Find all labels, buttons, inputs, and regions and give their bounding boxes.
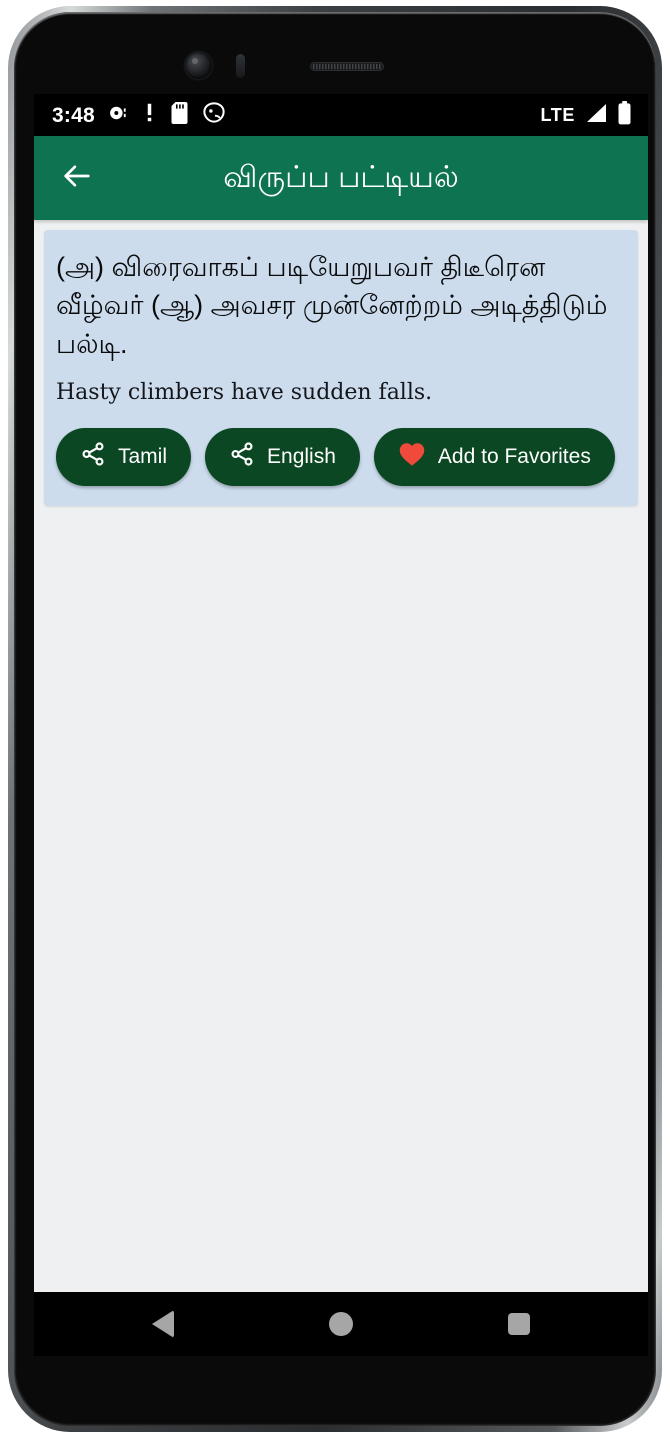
- proverb-english-text: Hasty climbers have sudden falls.: [56, 379, 433, 405]
- status-bar: 3:48 LTE: [34, 94, 648, 136]
- circle-icon: [329, 1312, 353, 1336]
- page-title: விருப்ப பட்டியல்: [223, 161, 459, 194]
- earpiece-speaker-icon: [310, 62, 384, 71]
- phone-screen: 3:48 LTE விருப்ப பட்டியல் (அ) விரைவாகப் …: [34, 94, 648, 1356]
- nav-recents-button[interactable]: [479, 1298, 559, 1350]
- front-camera-icon: [185, 52, 212, 79]
- signal-bars-icon: [584, 102, 608, 129]
- nav-home-button[interactable]: [301, 1298, 381, 1350]
- network-type-label: LTE: [540, 104, 575, 125]
- share-icon: [229, 441, 255, 473]
- proximity-sensor-icon: [236, 54, 245, 78]
- disc-icon: [108, 103, 128, 128]
- share-icon: [80, 441, 106, 473]
- share-tamil-button[interactable]: Tamil: [56, 427, 192, 486]
- status-bar-left: 3:48: [52, 101, 541, 129]
- android-nav-bar: [34, 1292, 648, 1356]
- android-head-icon: [203, 102, 225, 128]
- phone-device-frame: 3:48 LTE விருப்ப பட்டியல் (அ) விரைவாகப் …: [8, 6, 662, 1432]
- status-clock: 3:48: [52, 103, 95, 127]
- share-english-label: English: [267, 444, 336, 468]
- arrow-left-icon: [60, 159, 94, 198]
- heart-icon: [398, 441, 426, 473]
- phone-screen-bezel: 3:48 LTE விருப்ப பட்டியல் (அ) விரைவாகப் …: [14, 12, 656, 1426]
- triangle-left-icon: [152, 1310, 174, 1338]
- exclamation-icon: [141, 102, 158, 128]
- card-action-row: Tamil English Add to Favorites: [56, 427, 626, 486]
- proverb-tamil-text: (அ) விரைவாகப் படியேறுபவர் திடீரென வீழ்வர…: [56, 252, 608, 359]
- proverb-card: (அ) விரைவாகப் படியேறுபவர் திடீரென வீழ்வர…: [44, 230, 638, 506]
- add-to-favorites-label: Add to Favorites: [437, 444, 591, 468]
- content-area: (அ) விரைவாகப் படியேறுபவர் திடீரென வீழ்வர…: [34, 220, 648, 1292]
- share-english-button[interactable]: English: [205, 427, 360, 486]
- back-button[interactable]: [46, 147, 108, 209]
- nav-back-button[interactable]: [123, 1298, 203, 1350]
- battery-full-icon: [617, 100, 632, 130]
- share-tamil-label: Tamil: [118, 444, 168, 468]
- app-bar: விருப்ப பட்டியல்: [34, 136, 648, 220]
- add-to-favorites-button[interactable]: Add to Favorites: [373, 427, 615, 486]
- sd-card-icon: [171, 101, 190, 129]
- square-icon: [508, 1313, 530, 1335]
- status-bar-right: LTE: [540, 100, 632, 130]
